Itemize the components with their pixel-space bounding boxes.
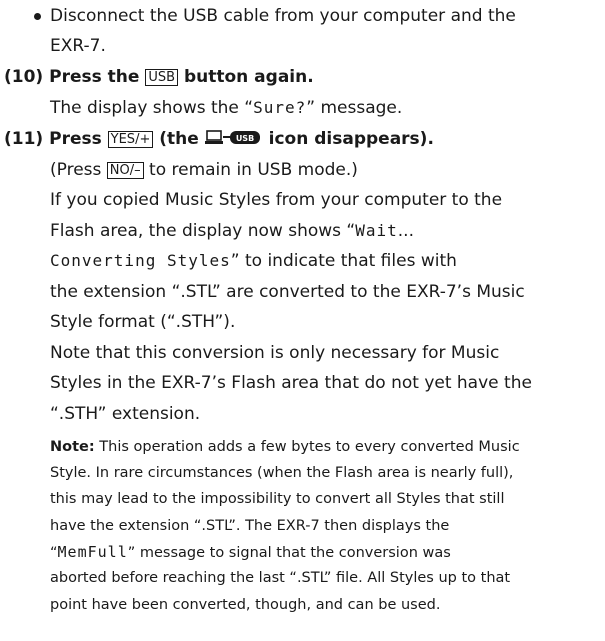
- note-line-2: Style. In rare circumstances (when the F…: [50, 465, 514, 481]
- note-line-7: point have been converted, though, and c…: [50, 597, 441, 613]
- step-11-p1-l2-post: ...: [397, 221, 414, 241]
- step-11-sub1: (Press NO/– to remain in USB mode.): [50, 159, 358, 181]
- note-line-5-pre: “: [50, 545, 58, 561]
- step-11-number: (11): [4, 129, 44, 149]
- step-10-description: The display shows the “Sure?” message.: [50, 97, 402, 119]
- step-11-sub1-pre: (Press: [50, 160, 107, 180]
- step-10-number: (10): [4, 67, 44, 87]
- bullet-icon: [34, 13, 41, 20]
- step-11-pre: Press: [49, 129, 108, 149]
- note-line-5-post: ” message to signal that the conversion …: [127, 545, 451, 561]
- step-11-p2-line-1: Note that this conversion is only necess…: [50, 343, 500, 363]
- note-label: Note:: [50, 439, 95, 455]
- pc-usb-icon: USB: [204, 129, 263, 153]
- step-11-p1-line-3: Converting Styles” to indicate that file…: [50, 250, 457, 272]
- step-11-post: icon disappears).: [262, 129, 434, 149]
- step-11-p2-line-3: “.STH” extension.: [50, 404, 201, 424]
- note-line-3: this may lead to the impossibility to co…: [50, 491, 505, 507]
- yes-plus-button-label: YES/+: [107, 131, 154, 148]
- manual-page: Disconnect the USB cable from your compu…: [0, 0, 605, 641]
- lcd-memfull-message: MemFull: [57, 543, 128, 561]
- note-line-5: “MemFull” message to signal that the con…: [50, 542, 451, 563]
- step-11-p1-line-4: the extension “.STL” are converted to th…: [50, 282, 525, 302]
- step-11-p1-line-2: Flash area, the display now shows “Wait.…: [50, 220, 414, 242]
- step-11-sub1-post: to remain in USB mode.): [143, 160, 358, 180]
- step-11-p1-line-1: If you copied Music Styles from your com…: [50, 190, 503, 210]
- step-11-mid: (the: [153, 129, 205, 149]
- step-11-p2-line-2: Styles in the EXR-7’s Flash area that do…: [50, 373, 532, 393]
- lcd-sure-message: Sure?: [253, 98, 307, 117]
- note-line-1-text: This operation adds a few bytes to every…: [94, 439, 520, 455]
- step-10-desc-post: ” message.: [306, 98, 403, 118]
- step-11-heading: (11) Press YES/+ (the USB icon disappear…: [4, 128, 434, 153]
- note-line-1: Note: This operation adds a few bytes to…: [50, 437, 520, 457]
- step-11-p1-line-5: Style format (“.STH”).: [50, 312, 236, 332]
- no-minus-button-label: NO/–: [106, 162, 144, 179]
- usb-button-label: USB: [145, 69, 179, 86]
- note-line-4: have the extension “.STL”. The EXR-7 the…: [50, 518, 450, 534]
- note-line-6: aborted before reaching the last “.STL” …: [50, 570, 511, 586]
- svg-text:USB: USB: [236, 134, 254, 143]
- step-10-post: button again.: [178, 67, 314, 87]
- step-10-desc-pre: The display shows the “: [50, 98, 254, 118]
- bullet-text-line-2: EXR-7.: [50, 36, 106, 56]
- step-10-heading: (10) Press the USB button again.: [4, 66, 314, 88]
- step-11-p1-l2-pre: Flash area, the display now shows “: [50, 221, 356, 241]
- lcd-converting-styles-message: Converting Styles: [50, 251, 231, 270]
- lcd-wait-message: Wait: [355, 221, 398, 240]
- step-11-p1-l3-post: ” to indicate that files with: [230, 251, 457, 271]
- bullet-text-line-1: Disconnect the USB cable from your compu…: [50, 6, 516, 26]
- step-10-pre: Press the: [49, 67, 146, 87]
